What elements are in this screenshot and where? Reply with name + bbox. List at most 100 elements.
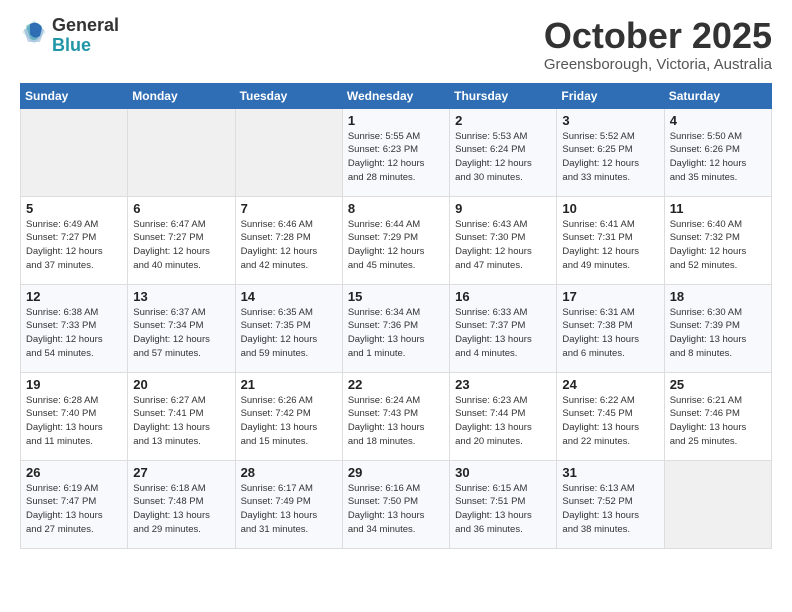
day-info: Sunrise: 5:53 AMSunset: 6:24 PMDaylight:… — [455, 130, 551, 185]
day-number: 28 — [241, 465, 337, 480]
day-number: 12 — [26, 289, 122, 304]
day-info: Sunrise: 5:55 AMSunset: 6:23 PMDaylight:… — [348, 130, 444, 185]
day-number: 4 — [670, 113, 766, 128]
day-info: Sunrise: 6:23 AMSunset: 7:44 PMDaylight:… — [455, 394, 551, 449]
calendar-cell: 18 Sunrise: 6:30 AMSunset: 7:39 PMDayligh… — [664, 284, 771, 372]
calendar-cell: 8 Sunrise: 6:44 AMSunset: 7:29 PMDaylight… — [342, 196, 449, 284]
calendar-header-tuesday: Tuesday — [235, 83, 342, 108]
calendar-cell: 17 Sunrise: 6:31 AMSunset: 7:38 PMDayligh… — [557, 284, 664, 372]
day-number: 22 — [348, 377, 444, 392]
day-info: Sunrise: 6:47 AMSunset: 7:27 PMDaylight:… — [133, 218, 229, 273]
day-info: Sunrise: 6:37 AMSunset: 7:34 PMDaylight:… — [133, 306, 229, 361]
day-number: 15 — [348, 289, 444, 304]
day-number: 27 — [133, 465, 229, 480]
day-number: 25 — [670, 377, 766, 392]
calendar-cell — [664, 460, 771, 548]
page: General Blue October 2025 Greensborough,… — [0, 0, 792, 565]
calendar-cell: 1Sunrise: 5:55 AMSunset: 6:23 PMDaylight… — [342, 108, 449, 196]
day-number: 19 — [26, 377, 122, 392]
calendar-cell — [21, 108, 128, 196]
day-info: Sunrise: 6:17 AMSunset: 7:49 PMDaylight:… — [241, 482, 337, 537]
calendar-cell: 24 Sunrise: 6:22 AMSunset: 7:45 PMDayligh… — [557, 372, 664, 460]
calendar-cell: 26 Sunrise: 6:19 AMSunset: 7:47 PMDayligh… — [21, 460, 128, 548]
day-number: 5 — [26, 201, 122, 216]
logo-text: General Blue — [52, 16, 119, 56]
day-number: 21 — [241, 377, 337, 392]
logo: General Blue — [20, 16, 119, 56]
calendar-cell: 13 Sunrise: 6:37 AMSunset: 7:34 PMDayligh… — [128, 284, 235, 372]
day-info: Sunrise: 6:26 AMSunset: 7:42 PMDaylight:… — [241, 394, 337, 449]
location-title: Greensborough, Victoria, Australia — [544, 56, 772, 73]
calendar-cell: 4 Sunrise: 5:50 AMSunset: 6:26 PMDaylight… — [664, 108, 771, 196]
day-number: 8 — [348, 201, 444, 216]
day-number: 18 — [670, 289, 766, 304]
day-number: 3 — [562, 113, 658, 128]
day-info: Sunrise: 6:28 AMSunset: 7:40 PMDaylight:… — [26, 394, 122, 449]
day-info: Sunrise: 6:19 AMSunset: 7:47 PMDaylight:… — [26, 482, 122, 537]
calendar-cell: 19 Sunrise: 6:28 AMSunset: 7:40 PMDayligh… — [21, 372, 128, 460]
day-number: 2 — [455, 113, 551, 128]
day-number: 10 — [562, 201, 658, 216]
day-info: Sunrise: 6:30 AMSunset: 7:39 PMDaylight:… — [670, 306, 766, 361]
calendar-week-row: 12 Sunrise: 6:38 AMSunset: 7:33 PMDayligh… — [21, 284, 772, 372]
calendar-cell: 25 Sunrise: 6:21 AMSunset: 7:46 PMDayligh… — [664, 372, 771, 460]
day-info: Sunrise: 6:16 AMSunset: 7:50 PMDaylight:… — [348, 482, 444, 537]
day-info: Sunrise: 6:18 AMSunset: 7:48 PMDaylight:… — [133, 482, 229, 537]
day-number: 14 — [241, 289, 337, 304]
day-info: Sunrise: 6:34 AMSunset: 7:36 PMDaylight:… — [348, 306, 444, 361]
calendar-week-row: 19 Sunrise: 6:28 AMSunset: 7:40 PMDayligh… — [21, 372, 772, 460]
logo-general-text: General — [52, 16, 119, 36]
calendar-header-sunday: Sunday — [21, 83, 128, 108]
day-number: 11 — [670, 201, 766, 216]
calendar-cell: 23 Sunrise: 6:23 AMSunset: 7:44 PMDayligh… — [450, 372, 557, 460]
calendar-cell: 6 Sunrise: 6:47 AMSunset: 7:27 PMDaylight… — [128, 196, 235, 284]
day-info: Sunrise: 6:33 AMSunset: 7:37 PMDaylight:… — [455, 306, 551, 361]
calendar-cell: 3Sunrise: 5:52 AMSunset: 6:25 PMDaylight… — [557, 108, 664, 196]
day-info: Sunrise: 6:21 AMSunset: 7:46 PMDaylight:… — [670, 394, 766, 449]
calendar-cell: 20Sunrise: 6:27 AMSunset: 7:41 PMDayligh… — [128, 372, 235, 460]
day-number: 6 — [133, 201, 229, 216]
day-number: 29 — [348, 465, 444, 480]
day-info: Sunrise: 6:24 AMSunset: 7:43 PMDaylight:… — [348, 394, 444, 449]
calendar-header-monday: Monday — [128, 83, 235, 108]
day-info: Sunrise: 5:50 AMSunset: 6:26 PMDaylight:… — [670, 130, 766, 185]
calendar-cell: 15 Sunrise: 6:34 AMSunset: 7:36 PMDayligh… — [342, 284, 449, 372]
day-number: 16 — [455, 289, 551, 304]
calendar-week-row: 1Sunrise: 5:55 AMSunset: 6:23 PMDaylight… — [21, 108, 772, 196]
calendar-header-row: SundayMondayTuesdayWednesdayThursdayFrid… — [21, 83, 772, 108]
day-number: 24 — [562, 377, 658, 392]
calendar-cell: 29 Sunrise: 6:16 AMSunset: 7:50 PMDayligh… — [342, 460, 449, 548]
day-number: 9 — [455, 201, 551, 216]
calendar-cell: 9Sunrise: 6:43 AMSunset: 7:30 PMDaylight… — [450, 196, 557, 284]
calendar-header-thursday: Thursday — [450, 83, 557, 108]
day-info: Sunrise: 6:31 AMSunset: 7:38 PMDaylight:… — [562, 306, 658, 361]
calendar-cell: 21 Sunrise: 6:26 AMSunset: 7:42 PMDayligh… — [235, 372, 342, 460]
calendar-cell: 11 Sunrise: 6:40 AMSunset: 7:32 PMDayligh… — [664, 196, 771, 284]
title-block: October 2025 Greensborough, Victoria, Au… — [544, 16, 772, 73]
day-number: 13 — [133, 289, 229, 304]
logo-icon — [20, 18, 48, 46]
day-number: 23 — [455, 377, 551, 392]
calendar-cell: 14Sunrise: 6:35 AMSunset: 7:35 PMDayligh… — [235, 284, 342, 372]
day-info: Sunrise: 6:40 AMSunset: 7:32 PMDaylight:… — [670, 218, 766, 273]
day-number: 26 — [26, 465, 122, 480]
calendar-week-row: 26 Sunrise: 6:19 AMSunset: 7:47 PMDayligh… — [21, 460, 772, 548]
calendar-cell: 12 Sunrise: 6:38 AMSunset: 7:33 PMDayligh… — [21, 284, 128, 372]
calendar-cell: 10Sunrise: 6:41 AMSunset: 7:31 PMDayligh… — [557, 196, 664, 284]
calendar-cell: 27 Sunrise: 6:18 AMSunset: 7:48 PMDayligh… — [128, 460, 235, 548]
day-info: Sunrise: 6:38 AMSunset: 7:33 PMDaylight:… — [26, 306, 122, 361]
calendar-cell: 30Sunrise: 6:15 AMSunset: 7:51 PMDayligh… — [450, 460, 557, 548]
day-info: Sunrise: 6:46 AMSunset: 7:28 PMDaylight:… — [241, 218, 337, 273]
calendar-cell: 2 Sunrise: 5:53 AMSunset: 6:24 PMDaylight… — [450, 108, 557, 196]
day-number: 17 — [562, 289, 658, 304]
calendar-table: SundayMondayTuesdayWednesdayThursdayFrid… — [20, 83, 772, 549]
calendar-cell: 7Sunrise: 6:46 AMSunset: 7:28 PMDaylight… — [235, 196, 342, 284]
calendar-cell: 16 Sunrise: 6:33 AMSunset: 7:37 PMDayligh… — [450, 284, 557, 372]
day-info: Sunrise: 6:22 AMSunset: 7:45 PMDaylight:… — [562, 394, 658, 449]
day-info: Sunrise: 6:49 AMSunset: 7:27 PMDaylight:… — [26, 218, 122, 273]
day-number: 30 — [455, 465, 551, 480]
calendar-cell: 5 Sunrise: 6:49 AMSunset: 7:27 PMDaylight… — [21, 196, 128, 284]
day-info: Sunrise: 6:44 AMSunset: 7:29 PMDaylight:… — [348, 218, 444, 273]
calendar-week-row: 5 Sunrise: 6:49 AMSunset: 7:27 PMDaylight… — [21, 196, 772, 284]
calendar-cell — [128, 108, 235, 196]
